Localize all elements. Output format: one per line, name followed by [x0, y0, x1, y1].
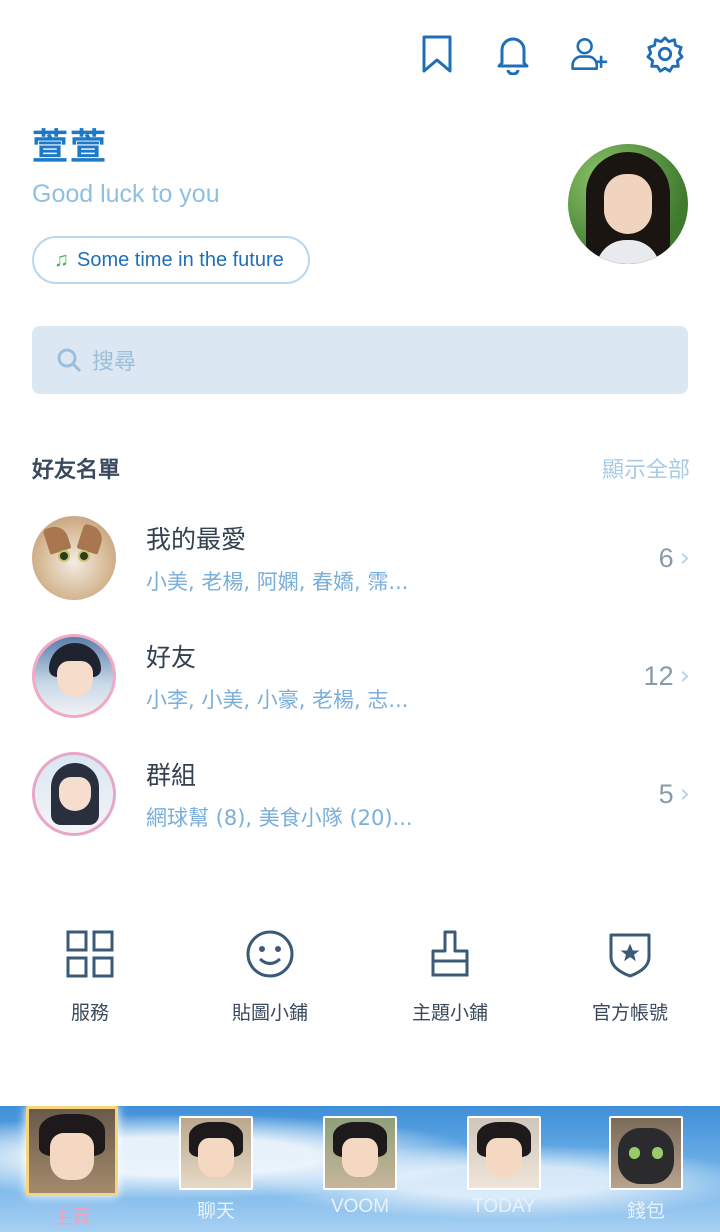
home-tab-icon	[26, 1106, 118, 1196]
voom-tab-icon	[323, 1116, 397, 1190]
services-bar: 服務 貼圖小鋪 主題小鋪 官方帳號	[0, 924, 720, 1025]
theme-shop-button[interactable]: 主題小鋪	[360, 924, 540, 1025]
header-icons	[418, 30, 684, 78]
profile-status-message[interactable]: Good luck to you	[32, 180, 220, 209]
list-item-title: 我的最愛	[146, 525, 247, 554]
tab-wallet-label: 錢包	[626, 1201, 665, 1222]
list-item-title: 群組	[146, 761, 197, 790]
list-item-count: 5	[658, 778, 674, 809]
official-accounts-button[interactable]: 官方帳號	[540, 924, 720, 1025]
tab-home[interactable]: 主頁	[22, 1106, 122, 1229]
wallet-tab-icon	[609, 1116, 683, 1190]
sticker-shop-label: 貼圖小鋪	[231, 1002, 308, 1024]
list-item-subtitle: 小李, 小美, 小豪, 老楊, 志...	[146, 688, 409, 712]
search-placeholder: 搜尋	[92, 350, 137, 375]
tab-today[interactable]: TODAY	[454, 1116, 554, 1218]
list-item-count: 6	[658, 542, 674, 573]
official-accounts-label: 官方帳號	[591, 1002, 668, 1024]
gear-icon[interactable]	[646, 30, 684, 78]
chat-tab-icon	[179, 1116, 253, 1190]
tab-voom[interactable]: VOOM	[310, 1116, 410, 1218]
avatar	[32, 634, 116, 718]
chevron-right-icon: ›	[679, 661, 690, 691]
list-item-title: 好友	[146, 643, 197, 672]
brush-icon	[420, 924, 480, 984]
sticker-shop-button[interactable]: 貼圖小鋪	[180, 924, 360, 1025]
tab-voom-label: VOOM	[330, 1196, 390, 1217]
avatar	[32, 752, 116, 836]
bookmark-icon[interactable]	[418, 30, 456, 78]
smiley-icon	[240, 924, 300, 984]
search-bar[interactable]: 搜尋	[32, 326, 688, 394]
tab-home-label: 主頁	[52, 1207, 91, 1228]
friends-section-header: 好友名單 顯示全部	[32, 452, 690, 484]
friends-section-title: 好友名單	[32, 458, 121, 483]
profile-music-label: Some time in the future	[77, 248, 284, 271]
music-note-icon: ♫	[54, 248, 69, 271]
profile-music-button[interactable]: ♫ Some time in the future	[32, 236, 310, 284]
bell-icon[interactable]	[494, 30, 532, 78]
tab-today-label: TODAY	[472, 1196, 536, 1217]
today-tab-icon	[467, 1116, 541, 1190]
list-item-friends[interactable]: 好友 小李, 小美, 小豪, 老楊, 志... 12 ›	[32, 628, 690, 724]
show-all-link[interactable]: 顯示全部	[602, 452, 690, 484]
tab-chat[interactable]: 聊天	[166, 1116, 266, 1223]
tab-wallet[interactable]: 錢包	[596, 1116, 696, 1223]
add-friend-icon[interactable]	[570, 30, 608, 78]
profile-name[interactable]: 萱萱	[32, 118, 108, 170]
list-item-groups[interactable]: 群組 網球幫 (8), 美食小隊 (20)... 5 ›	[32, 746, 690, 842]
list-item-favorites[interactable]: 我的最愛 小美, 老楊, 阿嫻, 春嬌, 霈... 6 ›	[32, 510, 690, 606]
grid-icon	[60, 924, 120, 984]
bottom-nav: 主頁 聊天 VOOM TODAY 錢包	[0, 1106, 720, 1232]
services-label: 服務	[70, 1002, 109, 1024]
theme-shop-label: 主題小鋪	[411, 1002, 488, 1024]
shield-star-icon	[600, 924, 660, 984]
services-button[interactable]: 服務	[0, 924, 180, 1025]
chevron-right-icon: ›	[679, 779, 690, 809]
list-item-count: 12	[643, 660, 674, 691]
list-item-subtitle: 小美, 老楊, 阿嫻, 春嬌, 霈...	[146, 570, 409, 594]
search-icon	[57, 348, 82, 373]
tab-chat-label: 聊天	[196, 1201, 235, 1222]
list-item-subtitle: 網球幫 (8), 美食小隊 (20)...	[146, 806, 413, 830]
avatar	[32, 516, 116, 600]
profile-avatar[interactable]	[568, 144, 688, 264]
chevron-right-icon: ›	[679, 543, 690, 573]
